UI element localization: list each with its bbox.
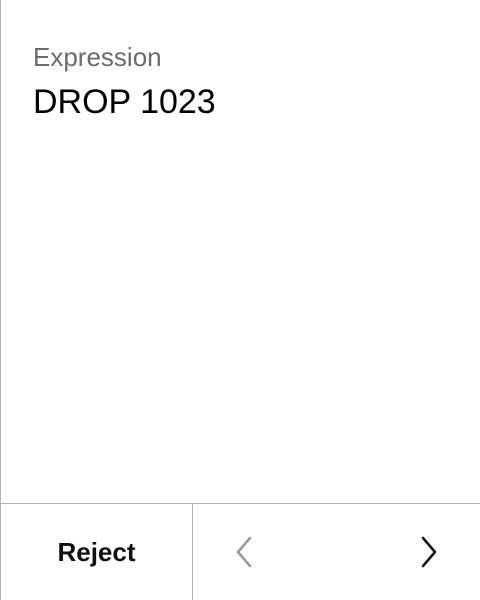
expression-section: Expression DROP 1023 — [33, 40, 464, 122]
action-bar: Reject — [1, 503, 480, 600]
navigation-controls — [193, 504, 480, 600]
reject-button[interactable]: Reject — [1, 504, 193, 600]
next-button[interactable] — [399, 504, 459, 600]
expression-panel: Expression DROP 1023 Reject — [0, 0, 480, 600]
chevron-left-icon — [236, 536, 252, 568]
previous-button[interactable] — [214, 504, 274, 600]
expression-value: DROP 1023 — [33, 83, 216, 121]
chevron-right-icon — [421, 536, 437, 568]
expression-label: Expression — [33, 42, 162, 72]
